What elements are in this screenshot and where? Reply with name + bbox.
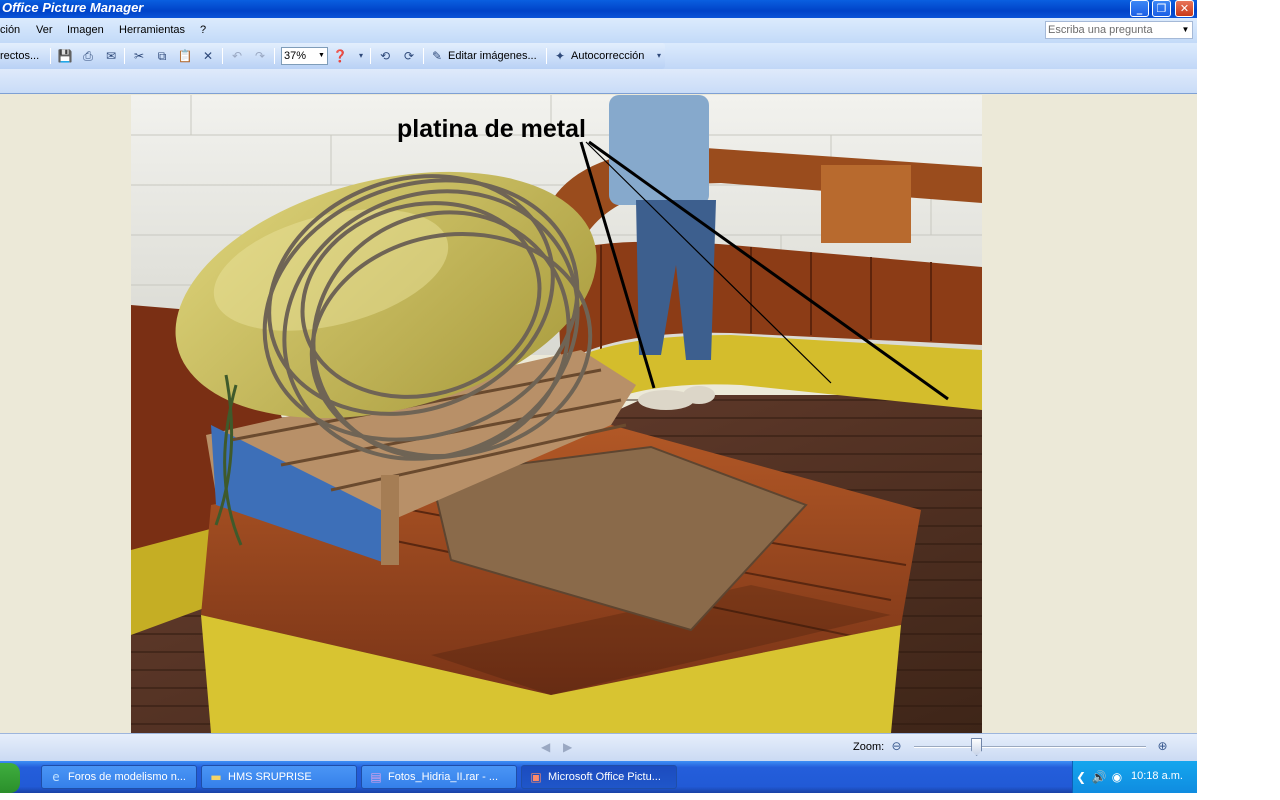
copy-icon[interactable]: ⧉ (154, 48, 170, 64)
folder-icon: ▬ (210, 770, 222, 784)
network-icon[interactable]: ◉ (1109, 769, 1125, 785)
winrar-icon: ▤ (370, 770, 382, 784)
help-placeholder: Escriba una pregunta (1048, 24, 1153, 36)
close-button[interactable]: ✕ (1175, 0, 1194, 17)
zoom-combo-value: 37% (284, 50, 307, 62)
toolbar-separator (222, 48, 223, 64)
secondary-bar (0, 69, 1197, 94)
print-icon[interactable]: ⎙ (80, 48, 96, 64)
internet-explorer-icon: e (52, 770, 60, 784)
picture-manager-icon: ▣ (530, 770, 542, 784)
toolbar-separator (124, 48, 125, 64)
toolbar-options-icon[interactable]: ▾ (353, 48, 369, 64)
previous-image-icon[interactable]: ◀ (541, 740, 550, 754)
title-bar: Office Picture Manager _ ❐ ✕ (0, 0, 1197, 18)
boat-deck-photo[interactable]: platina de metal (131, 95, 982, 733)
toolbar-separator (274, 48, 275, 64)
zoom-label: Zoom: (853, 741, 885, 753)
menu-ver[interactable]: Ver (36, 24, 53, 36)
taskbar-item-folder[interactable]: ▬ HMS SRUPRISE (201, 765, 357, 789)
zoom-slider-thumb[interactable] (971, 738, 983, 756)
chevron-down-icon[interactable]: ▼ (1179, 22, 1192, 38)
toolbar-options-icon[interactable]: ▾ (651, 48, 667, 64)
clock: 10:18 a.m. (1131, 770, 1183, 782)
autocorrect-button[interactable]: Autocorrección (571, 48, 644, 64)
toolbar-separator (50, 48, 51, 64)
minimize-button[interactable]: _ (1130, 0, 1149, 17)
rail-post (821, 165, 911, 243)
tray-expand-icon[interactable]: ❮ (1073, 769, 1089, 785)
taskbar-item-label: Fotos_Hidria_II.rar - ... (388, 771, 499, 783)
menu-help[interactable]: ? (200, 24, 206, 36)
taskbar-item-winrar[interactable]: ▤ Fotos_Hidria_II.rar - ... (361, 765, 517, 789)
image-viewer: platina de metal (0, 94, 1197, 733)
cut-icon[interactable]: ✂ (131, 48, 147, 64)
zoom-out-icon[interactable]: ⊖ (889, 739, 904, 754)
toolbar-separator (423, 48, 424, 64)
annotation-label: platina de metal (397, 115, 586, 143)
next-image-icon[interactable]: ▶ (563, 740, 572, 754)
paste-icon[interactable]: 📋 (177, 48, 193, 64)
taskbar-item-label: HMS SRUPRISE (228, 771, 312, 783)
zoom-slider-track[interactable] (914, 746, 1146, 748)
taskbar-item-picture-manager[interactable]: ▣ Microsoft Office Pictu... (521, 765, 677, 789)
windows-taskbar: e Foros de modelismo n... ▬ HMS SRUPRISE… (0, 761, 1197, 793)
help-question-input[interactable]: Escriba una pregunta ▼ (1045, 21, 1193, 39)
help-icon[interactable]: ❓ (332, 48, 348, 64)
shortcuts-button[interactable]: rectos... (0, 48, 39, 64)
system-tray: ❮ 🔊 ◉ 10:18 a.m. (1072, 761, 1197, 793)
autocorrect-icon[interactable]: ✦ (552, 48, 568, 64)
zoom-combo[interactable]: 37% ▼ (281, 47, 328, 65)
rotate-right-icon[interactable]: ⟳ (401, 48, 417, 64)
menu-herramientas[interactable]: Herramientas (119, 24, 185, 36)
zoom-in-icon[interactable]: ⊕ (1155, 739, 1170, 754)
undo-icon[interactable]: ↶ (229, 48, 245, 64)
restore-button[interactable]: ❐ (1152, 0, 1171, 17)
toolbar-separator (370, 48, 371, 64)
redo-icon[interactable]: ↷ (252, 48, 268, 64)
photo-canvas: platina de metal (131, 95, 982, 733)
taskbar-item-browser[interactable]: e Foros de modelismo n... (41, 765, 197, 789)
mail-icon[interactable]: ✉ (103, 48, 119, 64)
delete-icon[interactable]: ✕ (200, 48, 216, 64)
chevron-down-icon[interactable]: ▼ (316, 48, 327, 64)
start-button[interactable] (0, 763, 20, 793)
rotate-left-icon[interactable]: ⟲ (377, 48, 393, 64)
save-icon[interactable]: 💾 (57, 48, 73, 64)
status-bar: ◀ ▶ Zoom: ⊖ ⊕ (0, 733, 1197, 761)
edit-images-button[interactable]: Editar imágenes... (448, 48, 537, 64)
toolbar-separator (546, 48, 547, 64)
menu-imagen[interactable]: Imagen (67, 24, 104, 36)
volume-icon[interactable]: 🔊 (1091, 769, 1107, 785)
taskbar-item-label: Microsoft Office Pictu... (548, 771, 661, 783)
standard-toolbar: rectos... 💾 ⎙ ✉ ✂ ⧉ 📋 ✕ ↶ ↷ 37% ▼ ❓ ▾ ⟲ … (0, 43, 1197, 69)
menu-edicion[interactable]: ción (0, 24, 20, 36)
edit-images-icon[interactable]: ✎ (429, 48, 445, 64)
menu-bar: ción Ver Imagen Herramientas ? Escriba u… (0, 18, 1197, 43)
window-title: Office Picture Manager (2, 0, 144, 15)
taskbar-item-label: Foros de modelismo n... (68, 771, 186, 783)
desktop-screen: Office Picture Manager _ ❐ ✕ ción Ver Im… (0, 0, 1197, 793)
